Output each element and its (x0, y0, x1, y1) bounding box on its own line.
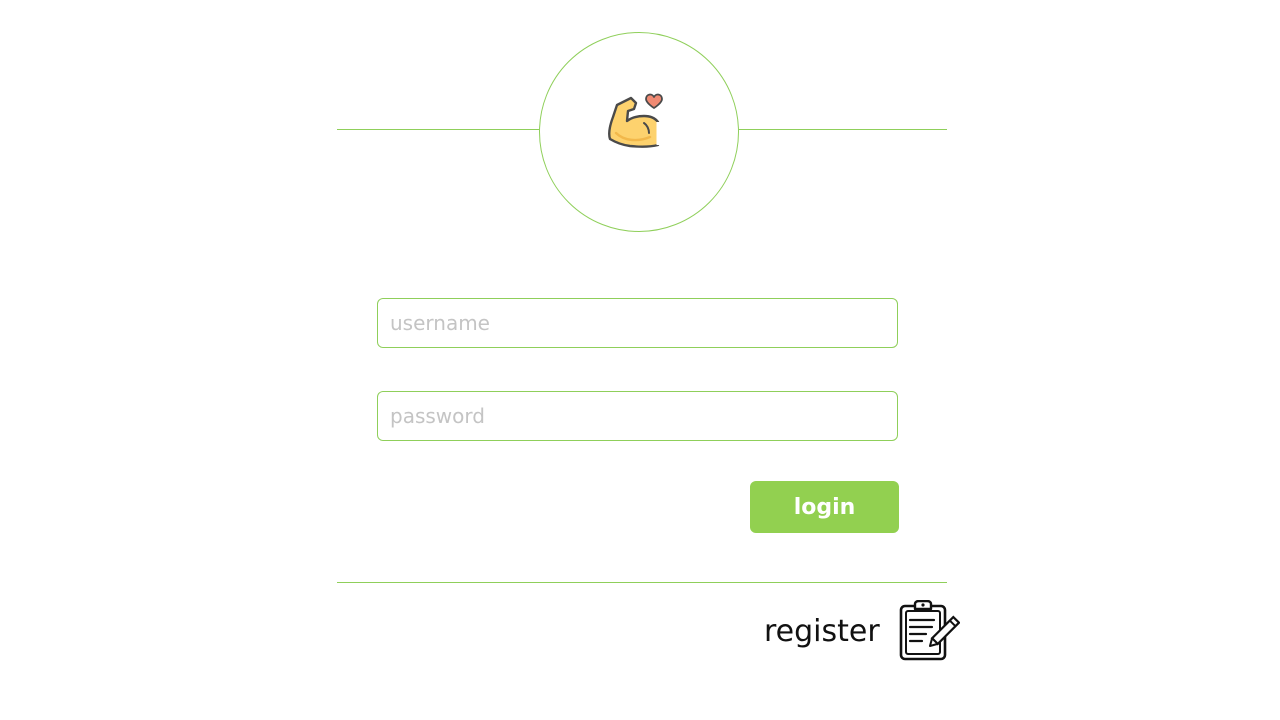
password-input[interactable] (377, 391, 898, 441)
register-label: register (764, 613, 880, 649)
clipboard-edit-icon (899, 600, 960, 661)
login-button[interactable]: login (750, 481, 899, 533)
username-input[interactable] (377, 298, 898, 348)
flexed-bicep-heart-icon (608, 93, 663, 148)
login-screen: login register (0, 0, 1280, 720)
app-logo (539, 32, 739, 232)
header-divider-left (337, 129, 539, 130)
footer-divider (337, 582, 947, 583)
register-link[interactable]: register (764, 600, 960, 662)
header-divider-right (739, 129, 947, 130)
